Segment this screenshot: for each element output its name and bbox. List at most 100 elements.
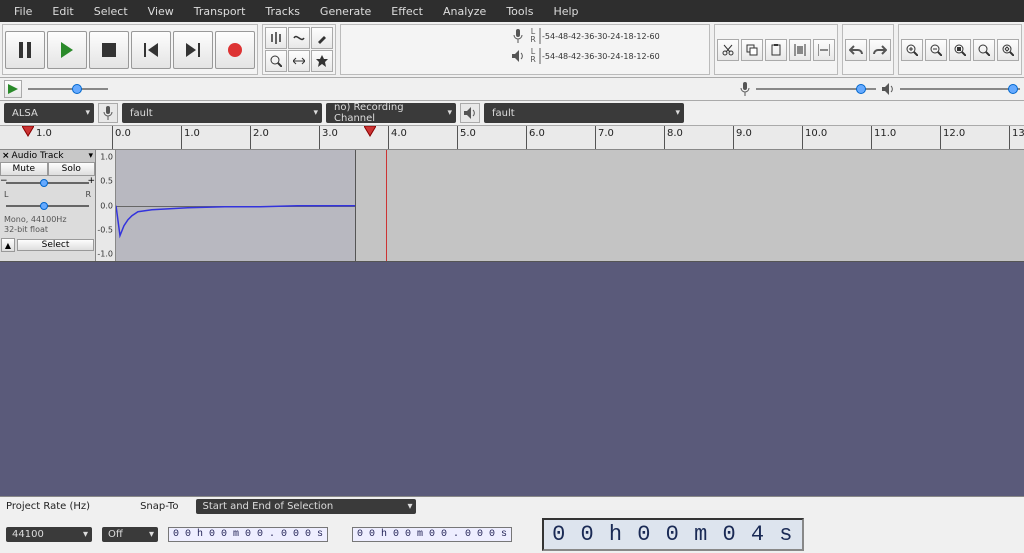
waveform-canvas[interactable] xyxy=(116,150,1024,261)
pan-slider[interactable] xyxy=(0,199,95,213)
project-rate-label: Project Rate (Hz) xyxy=(6,501,90,512)
menu-edit[interactable]: Edit xyxy=(42,3,83,20)
ruler-tick: 7.0 xyxy=(595,126,596,149)
pan-L-label: L xyxy=(4,190,8,199)
menu-transport[interactable]: Transport xyxy=(184,3,256,20)
zoom-out-button[interactable] xyxy=(925,39,947,61)
empty-track-area[interactable] xyxy=(0,262,1024,508)
silence-button[interactable] xyxy=(813,39,835,61)
rec-lr-label: LR xyxy=(527,28,539,44)
envelope-tool[interactable] xyxy=(288,27,310,49)
recording-channels-dropdown[interactable]: no) Recording Channel xyxy=(326,103,456,123)
menu-help[interactable]: Help xyxy=(543,3,588,20)
mute-button[interactable]: Mute xyxy=(0,162,48,176)
menu-tools[interactable]: Tools xyxy=(496,3,543,20)
ruler-tick: 5.0 xyxy=(457,126,458,149)
ruler-tick: 0.0 xyxy=(112,126,113,149)
ruler-tick: 9.0 xyxy=(733,126,734,149)
mic-icon xyxy=(740,82,750,96)
ruler-start-label: 1.0 xyxy=(36,128,52,139)
audio-host-dropdown[interactable]: ALSA xyxy=(4,103,94,123)
paste-button[interactable] xyxy=(765,39,787,61)
selection-type-dropdown[interactable]: Start and End of Selection xyxy=(196,499,416,514)
redo-button[interactable] xyxy=(869,39,891,61)
mic-icon xyxy=(98,103,118,123)
gain-slider[interactable]: −+ xyxy=(0,176,95,190)
audio-clip[interactable] xyxy=(116,150,356,261)
trim-button[interactable] xyxy=(789,39,811,61)
playback-device-dropdown[interactable]: fault xyxy=(484,103,684,123)
skip-start-button[interactable] xyxy=(131,31,171,69)
play-at-speed-button[interactable] xyxy=(4,80,22,98)
menu-tracks[interactable]: Tracks xyxy=(255,3,310,20)
copy-button[interactable] xyxy=(741,39,763,61)
play-lr-label: LR xyxy=(527,48,539,64)
zoom-group xyxy=(898,24,1022,75)
play-button[interactable] xyxy=(47,31,87,69)
ruler-tick: 2.0 xyxy=(250,126,251,149)
speaker-icon xyxy=(882,83,894,95)
menu-bar: File Edit Select View Transport Tracks G… xyxy=(0,0,1024,22)
track-control-panel: × Audio Track ▾ Mute Solo −+ LR Mono, 44… xyxy=(0,150,96,261)
menu-file[interactable]: File xyxy=(4,3,42,20)
record-button[interactable] xyxy=(215,31,255,69)
solo-button[interactable]: Solo xyxy=(48,162,96,176)
zoom-toggle-button[interactable] xyxy=(997,39,1019,61)
project-rate-dropdown[interactable]: 44100 xyxy=(6,527,92,542)
snap-to-label: Snap-To xyxy=(140,501,178,512)
selection-start-marker[interactable] xyxy=(22,126,34,138)
speaker-icon xyxy=(460,103,480,123)
track-select-button[interactable]: Select xyxy=(17,239,94,251)
menu-view[interactable]: View xyxy=(138,3,184,20)
main-toolbar: LR -54-48-42-36-30-24-18-12-60 LR -54-48… xyxy=(0,22,1024,78)
track-menu-button[interactable]: ▾ xyxy=(88,151,93,161)
selection-toolbar: Project Rate (Hz) Snap-To Start and End … xyxy=(0,496,1024,553)
stop-button[interactable] xyxy=(89,31,129,69)
ruler-tick: 4.0 xyxy=(388,126,389,149)
selection-end-time[interactable]: 0 0 h 0 0 m 0 0 . 0 0 0 s xyxy=(352,527,512,542)
undo-group xyxy=(842,24,894,75)
menu-analyze[interactable]: Analyze xyxy=(433,3,496,20)
vertical-scale[interactable]: 1.0 0.5 0.0 -0.5 -1.0 xyxy=(96,150,116,261)
mic-icon xyxy=(509,29,527,43)
timeshift-tool[interactable] xyxy=(288,50,310,72)
fit-project-button[interactable] xyxy=(973,39,995,61)
cut-button[interactable] xyxy=(717,39,739,61)
ruler-tick: 12.0 xyxy=(940,126,941,149)
meters-group: LR -54-48-42-36-30-24-18-12-60 LR -54-48… xyxy=(340,24,710,75)
zoom-in-button[interactable] xyxy=(901,39,923,61)
ruler-tick: 3.0 xyxy=(319,126,320,149)
playback-meter[interactable]: LR -54-48-42-36-30-24-18-12-60 xyxy=(509,47,541,65)
skip-end-button[interactable] xyxy=(173,31,213,69)
track-name[interactable]: Audio Track xyxy=(12,151,87,161)
device-toolbar: ALSA fault no) Recording Channel fault xyxy=(0,101,1024,126)
multi-tool[interactable] xyxy=(311,50,333,72)
recording-meter[interactable]: LR -54-48-42-36-30-24-18-12-60 xyxy=(509,27,541,45)
ruler-tick: 13.0 xyxy=(1009,126,1010,149)
menu-select[interactable]: Select xyxy=(84,3,138,20)
selection-start-time[interactable]: 0 0 h 0 0 m 0 0 . 0 0 0 s xyxy=(168,527,328,542)
track-close-button[interactable]: × xyxy=(2,151,10,161)
track-row: × Audio Track ▾ Mute Solo −+ LR Mono, 44… xyxy=(0,150,1024,262)
transport-group xyxy=(2,24,258,75)
fit-selection-button[interactable] xyxy=(949,39,971,61)
menu-generate[interactable]: Generate xyxy=(310,3,381,20)
track-format: Mono, 44100Hz32-bit float xyxy=(0,213,95,237)
undo-button[interactable] xyxy=(845,39,867,61)
recording-volume-slider[interactable] xyxy=(756,82,876,96)
collapse-button[interactable]: ▲ xyxy=(1,238,15,252)
menu-effect[interactable]: Effect xyxy=(381,3,433,20)
pause-button[interactable] xyxy=(5,31,45,69)
playhead-marker[interactable] xyxy=(364,126,376,138)
recording-device-dropdown[interactable]: fault xyxy=(122,103,322,123)
audio-position-time[interactable]: 0 0 h 0 0 m 0 4 s xyxy=(542,518,803,551)
tools-group xyxy=(262,24,336,75)
timeline-ruler[interactable]: 1.0 0.01.02.03.04.05.06.07.08.09.010.011… xyxy=(0,126,1024,150)
snap-to-dropdown[interactable]: Off xyxy=(102,527,158,542)
ruler-tick: 8.0 xyxy=(664,126,665,149)
playback-volume-slider[interactable] xyxy=(900,82,1020,96)
selection-tool[interactable] xyxy=(265,27,287,49)
draw-tool[interactable] xyxy=(311,27,333,49)
zoom-tool[interactable] xyxy=(265,50,287,72)
playback-speed-slider[interactable] xyxy=(28,82,108,96)
